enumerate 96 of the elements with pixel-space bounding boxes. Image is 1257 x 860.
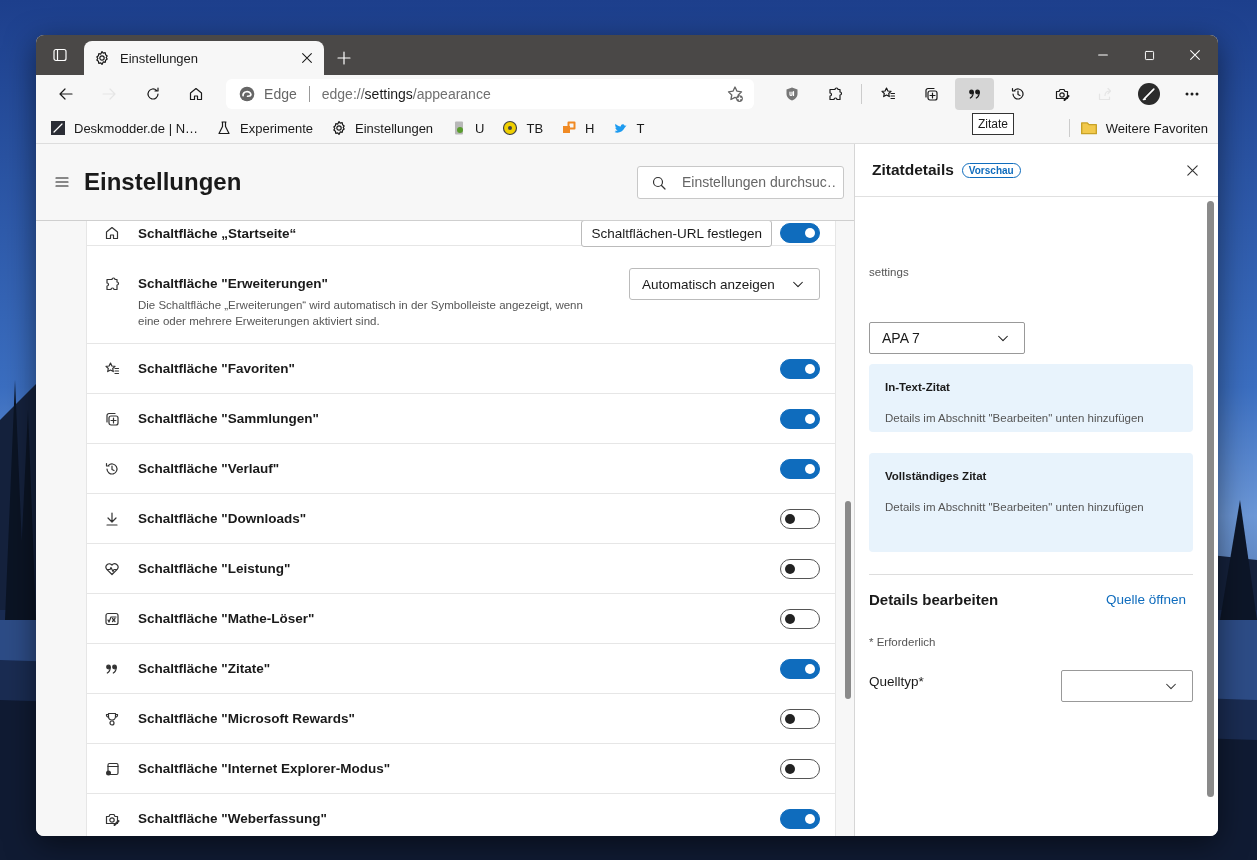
setting-label: Schaltfläche "Downloads": [138, 511, 308, 526]
favorite-item[interactable]: U: [451, 120, 485, 136]
history-icon: [104, 460, 120, 477]
address-bar[interactable]: Edge edge://settings/appearance: [226, 79, 754, 109]
close-icon: [1188, 48, 1202, 62]
toggle-switch[interactable]: [780, 408, 820, 429]
toggle-switch[interactable]: [780, 558, 820, 579]
pen-logo-icon: [50, 120, 66, 136]
dropdown[interactable]: [1061, 670, 1193, 702]
folder-icon: [1079, 119, 1098, 137]
citation-style-dropdown[interactable]: APA 7: [869, 322, 1025, 354]
menu-button[interactable]: [54, 174, 70, 190]
open-source-link[interactable]: Quelle öffnen: [1105, 592, 1186, 607]
puzzle-icon: [827, 86, 844, 102]
toggle-switch[interactable]: [780, 508, 820, 529]
toggle-switch[interactable]: [780, 708, 820, 729]
add-favorite-icon: [725, 85, 744, 103]
squares-icon: [561, 120, 578, 136]
history-icon: [1010, 86, 1027, 102]
camera-icon: [1053, 86, 1070, 102]
site-label: Edge: [264, 86, 297, 102]
toggle-switch[interactable]: [780, 608, 820, 629]
setting-description: Die Schaltfläche „Erweiterungen“ wird automatisch in der Symbolleiste angezeigt, wenn eine oder mehrere Erweiterungen aktiviert sind.: [138, 298, 584, 329]
setting-label: Schaltfläche "Mathe-Löser": [138, 611, 316, 626]
tooltip: Zitate: [972, 113, 1014, 135]
section-title: Details bearbeiten: [869, 591, 999, 608]
collections-icon: [923, 86, 940, 102]
download-icon: [104, 510, 120, 527]
flask-icon: [216, 120, 233, 136]
scrollbar-thumb[interactable]: [845, 501, 851, 699]
set-url-button[interactable]: Schaltflächen-URL festlegen: [581, 221, 772, 247]
page-title: Einstellungen: [84, 168, 243, 196]
disc-icon: [502, 120, 519, 136]
math-icon: [104, 610, 120, 627]
setting-label: Schaltfläche "Zitate": [138, 661, 272, 676]
toggle-switch[interactable]: [780, 808, 820, 829]
maximize-icon: [1142, 48, 1156, 62]
setting-label: Schaltfläche "Sammlungen": [138, 411, 320, 426]
back-icon: [57, 86, 74, 102]
close-tab-button[interactable]: [300, 51, 314, 65]
setting-label: Schaltfläche "Leistung": [138, 561, 292, 576]
close-icon: [300, 51, 314, 65]
card-title: Vollständiges Zitat: [885, 470, 988, 482]
puzzle-icon: [104, 276, 120, 292]
favorites-folder[interactable]: Weitere Favoriten: [1079, 119, 1208, 137]
heartbeat-icon: [104, 560, 120, 577]
favorite-item[interactable]: TB: [502, 120, 544, 136]
settings-icon: [331, 120, 348, 136]
home-icon: [104, 225, 120, 241]
dropdown[interactable]: Automatisch anzeigen: [629, 268, 820, 300]
setting-label: Schaltfläche „Startseite“: [138, 225, 298, 241]
favorite-item[interactable]: Deskmodder.de | N…: [50, 120, 199, 136]
collections-icon: [104, 410, 120, 427]
toggle-switch[interactable]: [780, 358, 820, 379]
search-icon: [651, 174, 667, 191]
close-button[interactable]: [1185, 162, 1200, 178]
setting-label: Schaltfläche "Erweiterungen": [138, 276, 329, 291]
home-icon: [188, 86, 205, 102]
setting-label: Schaltfläche "Weberfassung": [138, 811, 328, 826]
setting-label: Schaltfläche "Verlauf": [138, 461, 281, 476]
card-text: Details im Abschnitt "Bearbeiten" unten hinzufügen: [885, 501, 1145, 513]
panel-title: Zitatdetails: [872, 161, 954, 179]
source-name: settings: [869, 266, 910, 278]
favorite-item[interactable]: Einstellungen: [331, 120, 434, 136]
field-label: Quelltyp*: [869, 674, 924, 689]
ie-icon: [104, 760, 120, 777]
avatar-icon: [1137, 83, 1160, 105]
toggle-switch[interactable]: [780, 758, 820, 779]
close-icon: [1185, 162, 1200, 178]
favorites-icon: [879, 86, 896, 102]
menu-icon: [54, 174, 70, 190]
scrollbar-thumb[interactable]: [1207, 201, 1214, 797]
tabs-icon: [52, 47, 68, 63]
setting-label: Schaltfläche "Internet Explorer-Modus": [138, 761, 392, 776]
card-text: Details im Abschnitt "Bearbeiten" unten hinzufügen: [885, 412, 1145, 424]
toggle-switch[interactable]: [780, 223, 820, 243]
setting-label: Schaltfläche "Favoriten": [138, 361, 296, 376]
url-text: edge://settings/appearance: [321, 86, 492, 102]
card-title: In-Text-Zitat: [885, 381, 951, 393]
favorite-item[interactable]: H: [561, 120, 595, 136]
browser-logo-icon: [238, 85, 257, 103]
plus-icon: [336, 50, 352, 66]
favorites-icon: [104, 360, 120, 377]
trophy-icon: [104, 710, 120, 727]
refresh-icon: [144, 86, 161, 102]
settings-icon: [94, 50, 110, 66]
search-field[interactable]: Einstellungen durchsuc…: [637, 165, 844, 199]
browser-tab[interactable]: Einstellungen: [84, 41, 324, 75]
toggle-switch[interactable]: [780, 458, 820, 479]
setting-label: Schaltfläche "Microsoft Rewards": [138, 711, 356, 726]
toolbar-button[interactable]: [954, 78, 995, 110]
toggle-switch[interactable]: [780, 658, 820, 679]
tab-title: Einstellungen: [120, 50, 200, 66]
favorite-item[interactable]: T: [612, 120, 645, 136]
required-note: * Erforderlich: [869, 636, 937, 648]
favorite-item[interactable]: Experimente: [216, 120, 314, 136]
